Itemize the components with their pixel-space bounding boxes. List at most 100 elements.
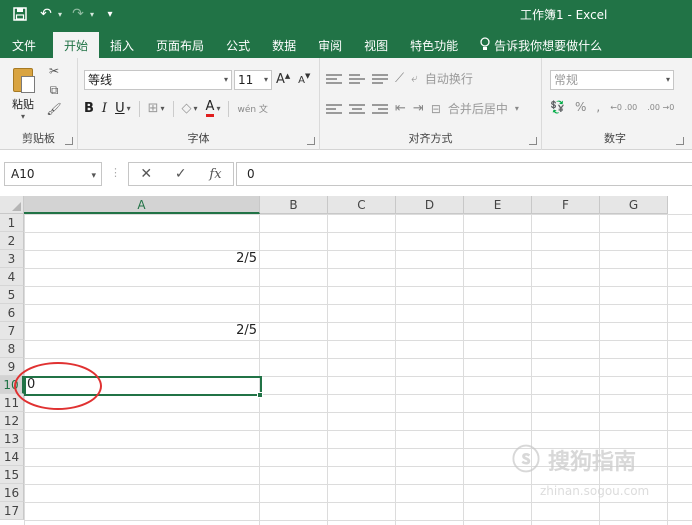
- tab-file[interactable]: 文件: [0, 32, 47, 58]
- font-color-dropdown-icon[interactable]: ▾: [216, 104, 220, 113]
- increase-decimal-button[interactable]: ←0 .00: [610, 103, 637, 112]
- number-group-label: 数字: [604, 132, 626, 145]
- insert-function-icon[interactable]: fx: [209, 167, 221, 182]
- formula-buttons: ✕ ✓ fx: [128, 162, 234, 186]
- redo-icon[interactable]: ↷: [68, 4, 88, 24]
- grow-font-button[interactable]: A: [276, 72, 285, 87]
- align-center-icon[interactable]: [349, 102, 365, 116]
- tab-features[interactable]: 特色功能: [399, 32, 469, 58]
- copy-icon[interactable]: ⧉: [44, 83, 64, 99]
- align-right-icon[interactable]: [372, 102, 388, 116]
- row-header-14[interactable]: 14: [0, 448, 24, 466]
- undo-icon[interactable]: ↶: [36, 4, 56, 24]
- column-header-a[interactable]: A: [24, 196, 260, 214]
- alignment-launcher-icon[interactable]: [529, 137, 537, 145]
- bold-button[interactable]: B: [84, 101, 94, 116]
- font-name-select[interactable]: 等线 ▾: [84, 70, 232, 90]
- orientation-icon[interactable]: ⟋: [395, 71, 404, 86]
- font-group: 等线 ▾ 11 ▾ A▲ A▼ B I U ▾ ⊞ ▾ ◇ ▾ A ▾ wén …: [78, 58, 320, 150]
- border-icon[interactable]: ⊞: [148, 101, 159, 116]
- tab-view[interactable]: 视图: [353, 32, 399, 58]
- row-header-12[interactable]: 12: [0, 412, 24, 430]
- row-header-6[interactable]: 6: [0, 304, 24, 322]
- row-header-17[interactable]: 17: [0, 502, 24, 520]
- wrap-text-button[interactable]: 自动换行: [425, 70, 473, 87]
- row-header-5[interactable]: 5: [0, 286, 24, 304]
- number-format-select[interactable]: 常规 ▾: [550, 70, 674, 90]
- column-header-d[interactable]: D: [396, 196, 464, 214]
- quick-access-toolbar: ↶ ▾ ↷ ▾ ▾: [10, 4, 120, 24]
- cell-a3[interactable]: 2/5: [24, 250, 260, 268]
- tell-me-box[interactable]: 告诉我你想要做什么: [469, 32, 613, 58]
- font-size-select[interactable]: 11 ▾: [234, 70, 272, 90]
- row-header-13[interactable]: 13: [0, 430, 24, 448]
- watermark-url: zhinan.sogou.com: [540, 484, 650, 498]
- shrink-font-button[interactable]: A: [298, 75, 305, 86]
- row-header-7[interactable]: 7: [0, 322, 24, 340]
- row-header-8[interactable]: 8: [0, 340, 24, 358]
- fill-dropdown-icon[interactable]: ▾: [194, 104, 198, 113]
- tab-insert[interactable]: 插入: [99, 32, 145, 58]
- paste-dropdown-icon[interactable]: ▾: [8, 112, 38, 121]
- row-header-16[interactable]: 16: [0, 484, 24, 502]
- undo-dropdown-icon[interactable]: ▾: [58, 10, 62, 19]
- title-bar: ↶ ▾ ↷ ▾ ▾ 工作簿1 - Excel: [0, 0, 692, 28]
- column-header-c[interactable]: C: [328, 196, 396, 214]
- underline-button[interactable]: U: [115, 101, 125, 116]
- increase-indent-icon[interactable]: ⇥: [413, 101, 424, 116]
- border-dropdown-icon[interactable]: ▾: [161, 104, 165, 113]
- column-gridline: [599, 214, 600, 525]
- tab-page-layout[interactable]: 页面布局: [145, 32, 215, 58]
- formula-bar-grip-icon[interactable]: ⋮: [110, 166, 121, 179]
- column-header-f[interactable]: F: [532, 196, 600, 214]
- cell-a7[interactable]: 2/5: [24, 322, 260, 340]
- tab-formulas[interactable]: 公式: [215, 32, 261, 58]
- font-color-button[interactable]: A: [205, 100, 215, 117]
- enter-icon[interactable]: ✓: [175, 166, 187, 182]
- clipboard-launcher-icon[interactable]: [65, 137, 73, 145]
- save-icon[interactable]: [10, 4, 30, 24]
- paste-button[interactable]: 粘贴 ▾: [8, 64, 38, 121]
- select-all-button[interactable]: [0, 196, 24, 214]
- bottom-align-icon[interactable]: [372, 72, 388, 86]
- tab-review[interactable]: 审阅: [307, 32, 353, 58]
- cancel-icon[interactable]: ✕: [140, 166, 152, 182]
- row-header-4[interactable]: 4: [0, 268, 24, 286]
- accounting-format-icon[interactable]: 💱: [550, 100, 565, 114]
- customize-icon[interactable]: ▾: [100, 4, 120, 24]
- comma-button[interactable]: ,: [596, 100, 600, 114]
- merge-dropdown-icon[interactable]: ▾: [515, 104, 519, 113]
- redo-dropdown-icon[interactable]: ▾: [90, 10, 94, 19]
- formula-input[interactable]: 0: [236, 162, 692, 186]
- underline-dropdown-icon[interactable]: ▾: [127, 104, 131, 113]
- top-align-icon[interactable]: [326, 72, 342, 86]
- row-header-3[interactable]: 3: [0, 250, 24, 268]
- fill-color-icon[interactable]: ◇: [182, 101, 192, 116]
- merge-icon: ⊟: [430, 101, 441, 116]
- merge-center-button[interactable]: 合并后居中: [448, 100, 508, 117]
- align-left-icon[interactable]: [326, 102, 342, 116]
- format-painter-icon[interactable]: 🖌: [44, 102, 64, 118]
- number-launcher-icon[interactable]: [676, 137, 684, 145]
- middle-align-icon[interactable]: [349, 72, 365, 86]
- cut-icon[interactable]: ✂: [44, 64, 64, 80]
- decrease-decimal-button[interactable]: .00 →0: [647, 103, 674, 112]
- column-header-e[interactable]: E: [464, 196, 532, 214]
- row-header-15[interactable]: 15: [0, 466, 24, 484]
- phonetic-button[interactable]: wén 文: [237, 102, 267, 115]
- font-launcher-icon[interactable]: [307, 137, 315, 145]
- ribbon: 粘贴 ▾ ✂ ⧉ 🖌 剪贴板 等线 ▾ 11 ▾ A▲ A▼ B I U ▾ ⊞…: [0, 58, 692, 150]
- percent-button[interactable]: %: [575, 100, 586, 114]
- name-box[interactable]: A10 ▾: [4, 162, 102, 186]
- column-header-g[interactable]: G: [600, 196, 668, 214]
- fill-handle[interactable]: [257, 392, 263, 398]
- clipboard-group: 粘贴 ▾ ✂ ⧉ 🖌 剪贴板: [0, 58, 78, 150]
- italic-button[interactable]: I: [102, 101, 107, 116]
- alignment-row-1: ⟋ ⤶ 自动换行: [326, 70, 473, 87]
- decrease-indent-icon[interactable]: ⇤: [395, 101, 406, 116]
- row-header-2[interactable]: 2: [0, 232, 24, 250]
- column-header-b[interactable]: B: [260, 196, 328, 214]
- tab-data[interactable]: 数据: [261, 32, 307, 58]
- row-header-1[interactable]: 1: [0, 214, 24, 232]
- tab-home[interactable]: 开始: [53, 32, 100, 58]
